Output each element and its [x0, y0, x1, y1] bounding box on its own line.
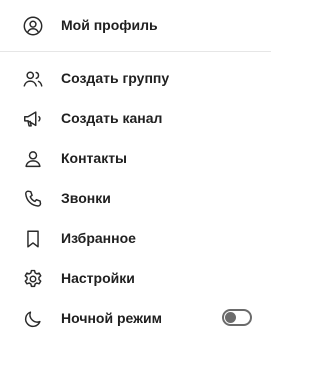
menu-item-contacts[interactable]: Контакты	[0, 138, 271, 178]
menu-item-label: Избранное	[61, 230, 136, 246]
toggle-knob	[225, 312, 236, 323]
menu-item-label: Создать группу	[61, 70, 170, 86]
megaphone-icon	[22, 108, 44, 130]
user-circle-icon	[22, 15, 44, 37]
phone-icon	[22, 188, 44, 210]
menu-item-settings[interactable]: Настройки	[0, 258, 271, 298]
menu-item-label: Звонки	[61, 190, 111, 206]
menu-item-label: Настройки	[61, 270, 135, 286]
gear-icon	[22, 268, 44, 290]
menu-item-label: Мой профиль	[61, 17, 158, 33]
menu-item-my-profile[interactable]: Мой профиль	[0, 5, 271, 45]
menu-item-create-group[interactable]: Создать группу	[0, 58, 271, 98]
night-mode-toggle[interactable]	[222, 309, 252, 326]
menu-item-saved[interactable]: Избранное	[0, 218, 271, 258]
bookmark-icon	[22, 228, 44, 250]
side-menu: Мой профиль Создать группу Создать канал	[0, 0, 271, 369]
moon-icon	[22, 308, 44, 330]
menu-divider	[0, 51, 271, 52]
menu-item-create-channel[interactable]: Создать канал	[0, 98, 271, 138]
menu-item-label: Ночной режим	[61, 310, 162, 326]
menu-item-label: Создать канал	[61, 110, 163, 126]
menu-item-calls[interactable]: Звонки	[0, 178, 271, 218]
group-icon	[22, 68, 44, 90]
menu-item-label: Контакты	[61, 150, 128, 166]
menu-item-night-mode[interactable]: Ночной режим	[0, 298, 271, 338]
user-icon	[22, 148, 44, 170]
